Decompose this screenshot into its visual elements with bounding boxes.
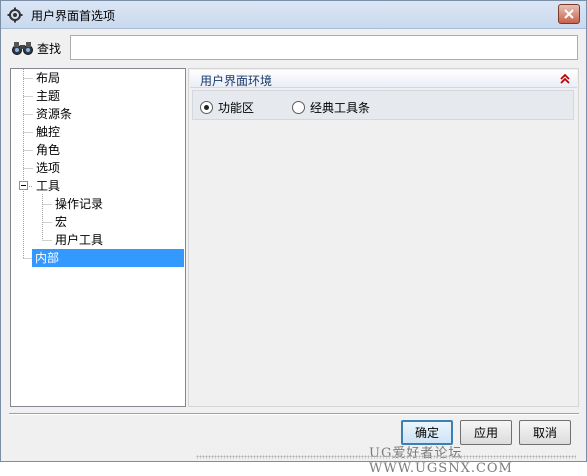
radio-classic-toolbar-indicator[interactable]	[292, 101, 305, 114]
tree-item-macro[interactable]: 宏	[52, 213, 70, 231]
gear-icon	[7, 7, 23, 23]
radio-ribbon-indicator[interactable]	[200, 101, 213, 114]
tree-item-user-tools[interactable]: 用户工具	[52, 231, 106, 249]
collapse-chevron-icon[interactable]	[559, 72, 571, 86]
footer-divider	[9, 413, 579, 415]
binoculars-icon	[12, 42, 33, 55]
watermark-text: UG爱好者论坛 WWW.UGSNX.COM	[369, 446, 513, 476]
tree-item-internal[interactable]: 内部	[32, 249, 184, 267]
tree-item-role[interactable]: 角色	[33, 141, 63, 159]
tree-item-journal[interactable]: 操作记录	[52, 195, 106, 213]
category-tree[interactable]: 布局 主题 资源条 触控 角色 选项 工具 操作记录 宏 用户工具 内部	[10, 68, 186, 407]
radio-classic-toolbar[interactable]: 经典工具条	[292, 99, 370, 116]
group-title: 用户界面环境	[200, 74, 273, 88]
tree-item-resource-bar[interactable]: 资源条	[33, 105, 75, 123]
close-button[interactable]	[558, 4, 580, 24]
tree-item-layout[interactable]: 布局	[33, 69, 63, 87]
tree-item-tools[interactable]: 工具	[33, 177, 63, 195]
search-label: 查找	[37, 42, 62, 56]
search-row: 查找	[9, 35, 579, 61]
search-input[interactable]	[70, 35, 578, 60]
title-bar[interactable]: 用户界面首选项	[1, 1, 586, 29]
tree-item-touch[interactable]: 触控	[33, 123, 63, 141]
radio-classic-toolbar-label: 经典工具条	[310, 101, 371, 115]
tree-item-theme[interactable]: 主题	[33, 87, 63, 105]
resize-grip[interactable]	[196, 455, 576, 459]
close-icon	[564, 9, 574, 19]
tree-expander-tools[interactable]	[19, 181, 28, 190]
preferences-dialog: 用户界面首选项 查找 布局 主题 资源条 触控 角色 选项 工具 操作记录 宏 …	[0, 0, 587, 476]
group-header-ui-environment[interactable]: 用户界面环境	[190, 70, 577, 88]
group-body: 功能区 经典工具条	[192, 90, 574, 120]
radio-ribbon-label: 功能区	[218, 101, 255, 115]
settings-panel: 用户界面环境 功能区 经典工具条	[188, 68, 579, 407]
radio-ribbon[interactable]: 功能区	[200, 99, 254, 116]
tree-item-options[interactable]: 选项	[33, 159, 63, 177]
window-title: 用户界面首选项	[31, 9, 116, 23]
